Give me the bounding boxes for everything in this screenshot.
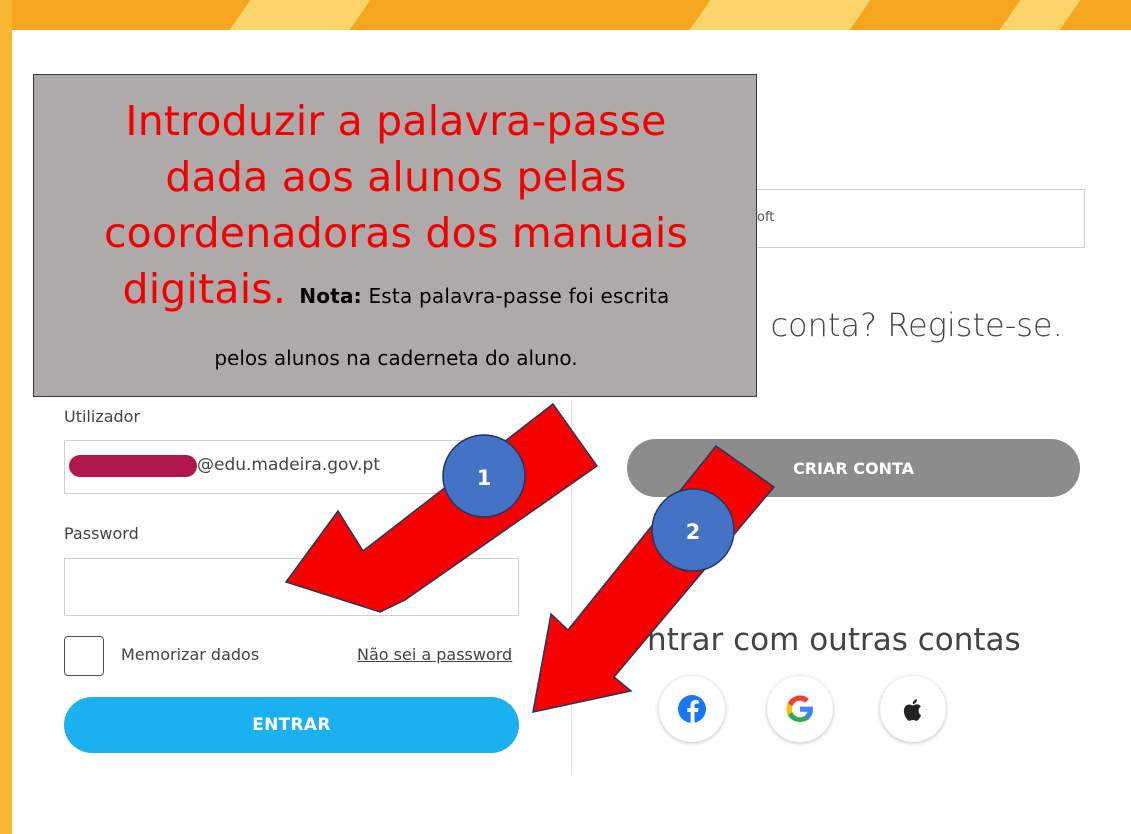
marker-1: 1 — [442, 434, 526, 518]
marker-1-label: 1 — [477, 466, 492, 490]
page: oft n conta? Registe-se. Introduzir a pa… — [0, 0, 1131, 834]
annotation-arrows: 1 2 — [284, 402, 776, 713]
arrow-1 — [284, 402, 599, 613]
marker-2-label: 2 — [686, 520, 701, 544]
marker-2: 2 — [651, 488, 735, 572]
